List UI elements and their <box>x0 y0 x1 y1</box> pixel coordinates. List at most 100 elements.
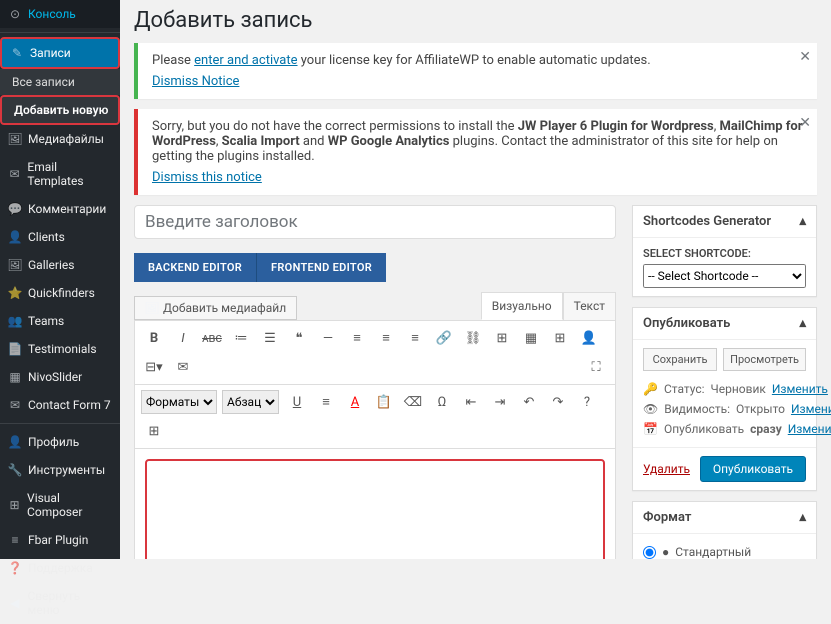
strike-icon[interactable]: ᴀʙᴄ <box>199 325 225 351</box>
italic-icon[interactable]: I <box>170 325 196 351</box>
grid-icon[interactable]: ⊞ <box>141 418 167 444</box>
paste-text-icon[interactable]: 📋 <box>371 389 397 415</box>
edit-date-link[interactable]: Изменить <box>788 422 831 436</box>
more-icon[interactable]: ⊞ <box>489 325 515 351</box>
indent-icon[interactable]: ⇥ <box>487 389 513 415</box>
preview-button[interactable]: Просмотреть <box>723 348 806 371</box>
post-title-input[interactable] <box>134 205 616 239</box>
underline-icon[interactable]: U <box>284 389 310 415</box>
menu-icon: 👤 <box>8 230 22 244</box>
edit-visibility-link[interactable]: Изменить <box>791 402 831 416</box>
panel-header[interactable]: Формат▴ <box>633 502 816 534</box>
backend-editor-button[interactable]: BACKEND EDITOR <box>134 253 257 282</box>
menu-icon: 📄 <box>8 342 22 356</box>
menu-icon: ▦ <box>8 370 22 384</box>
sidebar-item-label: NivoSlider <box>28 370 82 384</box>
color-icon[interactable]: A <box>342 389 368 415</box>
formats-select[interactable]: Форматы <box>141 390 217 414</box>
close-icon[interactable]: ✕ <box>799 49 811 65</box>
sidebar-item-label: Contact Form 7 <box>28 398 111 412</box>
post-content-editor[interactable] <box>145 459 605 559</box>
dropdown-icon[interactable]: ⊟▾ <box>141 354 167 380</box>
sidebar-item-15[interactable]: ≡Fbar Plugin <box>0 526 120 554</box>
menu-icon: ≡ <box>8 533 22 547</box>
menu-icon: ⭐ <box>8 286 22 300</box>
panel-header[interactable]: Shortcodes Generator▴ <box>633 206 816 238</box>
save-draft-button[interactable]: Сохранить <box>643 348 717 371</box>
align-right-icon[interactable]: ≡ <box>402 325 428 351</box>
format-option-0[interactable]: ●Стандартный <box>643 542 806 559</box>
sidebar-item-2[interactable]: 🖼Медиафайлы <box>0 125 120 153</box>
add-media-button[interactable]: 🖼Добавить медиафайл <box>134 296 297 320</box>
shortcode-select[interactable]: -- Select Shortcode -- <box>643 264 806 288</box>
menu-icon: ✉ <box>8 167 21 181</box>
collapse-icon: ▴ <box>799 214 806 229</box>
bold-icon[interactable]: B <box>141 325 167 351</box>
sidebar-item-label: Медиафайлы <box>28 132 104 146</box>
link-icon[interactable]: 🔗 <box>431 325 457 351</box>
sidebar-item-1[interactable]: ✎Записи <box>0 37 120 69</box>
insert-icon[interactable]: ▦ <box>518 325 544 351</box>
table-icon[interactable]: ⊞ <box>547 325 573 351</box>
menu-icon: ⊙ <box>8 7 22 21</box>
admin-sidebar: ⊙Консоль✎ЗаписиВсе записиДобавить новую🖼… <box>0 0 120 559</box>
sidebar-item-16[interactable]: ❓Поддержка <box>0 554 120 582</box>
sidebar-item-label: Комментарии <box>28 202 106 216</box>
sidebar-item-6[interactable]: 🖼Galleries <box>0 251 120 279</box>
bullet-list-icon[interactable]: ≔ <box>228 325 254 351</box>
tab-text[interactable]: Текст <box>563 292 616 320</box>
enter-activate-link[interactable]: enter and activate <box>194 53 297 68</box>
hr-icon[interactable]: — <box>315 325 341 351</box>
sidebar-item-9[interactable]: 📄Testimonials <box>0 335 120 363</box>
tab-visual[interactable]: Визуально <box>481 292 563 320</box>
sidebar-item-label: Поддержка <box>28 561 93 575</box>
align-left-icon[interactable]: ≡ <box>344 325 370 351</box>
sidebar-item-label: Инструменты <box>28 463 105 477</box>
panel-header[interactable]: Опубликовать▴ <box>633 308 816 340</box>
paragraph-select[interactable]: Абзац <box>222 390 279 414</box>
sidebar-item-10[interactable]: ▦ NivoSlider <box>0 363 120 391</box>
edit-status-link[interactable]: Изменить <box>772 382 828 396</box>
collapse-menu[interactable]: ◀Свернуть меню <box>0 582 120 624</box>
dismiss-notice-link[interactable]: Dismiss this notice <box>152 170 262 185</box>
sidebar-sub-1[interactable]: Добавить новую <box>0 95 120 125</box>
sidebar-item-5[interactable]: 👤Clients <box>0 223 120 251</box>
dismiss-notice-link[interactable]: Dismiss Notice <box>152 74 239 89</box>
sidebar-item-11[interactable]: ✉Contact Form 7 <box>0 391 120 419</box>
outdent-icon[interactable]: ⇤ <box>458 389 484 415</box>
sidebar-item-4[interactable]: 💬Комментарии <box>0 195 120 223</box>
eye-icon: 👁 <box>643 402 658 416</box>
unlink-icon[interactable]: ⛓ <box>460 325 486 351</box>
format-radio[interactable] <box>643 546 656 559</box>
sidebar-item-label: Профиль <box>28 435 79 449</box>
sidebar-item-12[interactable]: 👤Профиль <box>0 428 120 456</box>
menu-icon: 👥 <box>8 314 22 328</box>
align-center-icon[interactable]: ≡ <box>373 325 399 351</box>
delete-link[interactable]: Удалить <box>643 462 690 476</box>
undo-icon[interactable]: ↶ <box>516 389 542 415</box>
sidebar-item-14[interactable]: ⊞Visual Composer <box>0 484 120 526</box>
help-icon[interactable]: ? <box>574 389 600 415</box>
user-icon[interactable]: 👤 <box>576 325 602 351</box>
redo-icon[interactable]: ↷ <box>545 389 571 415</box>
sidebar-item-3[interactable]: ✉Email Templates <box>0 153 120 195</box>
page-title: Добавить запись <box>134 8 817 33</box>
sidebar-sub-0[interactable]: Все записи <box>0 69 120 95</box>
sidebar-item-label: Galleries <box>28 258 74 272</box>
frontend-editor-button[interactable]: FRONTEND EDITOR <box>257 253 386 282</box>
special-char-icon[interactable]: Ω <box>429 389 455 415</box>
email-icon[interactable]: ✉ <box>170 354 196 380</box>
close-icon[interactable]: ✕ <box>799 115 811 131</box>
editor-toolbar-wrap: B I ᴀʙᴄ ≔ ☰ ❝ — ≡ ≡ ≡ 🔗 ⛓ ⊞ ▦ ⊞ <box>134 320 616 559</box>
sidebar-item-13[interactable]: 🔧Инструменты <box>0 456 120 484</box>
fullscreen-icon[interactable]: ⛶ <box>583 354 609 380</box>
sidebar-item-8[interactable]: 👥Teams <box>0 307 120 335</box>
clear-icon[interactable]: ⌫ <box>400 389 426 415</box>
publish-button[interactable]: Опубликовать <box>700 456 806 482</box>
sidebar-item-0[interactable]: ⊙Консоль <box>0 0 120 28</box>
sidebar-item-7[interactable]: ⭐Quickfinders <box>0 279 120 307</box>
justify-icon[interactable]: ≡ <box>313 389 339 415</box>
quote-icon[interactable]: ❝ <box>286 325 312 351</box>
number-list-icon[interactable]: ☰ <box>257 325 283 351</box>
calendar-icon: 📅 <box>643 422 658 436</box>
